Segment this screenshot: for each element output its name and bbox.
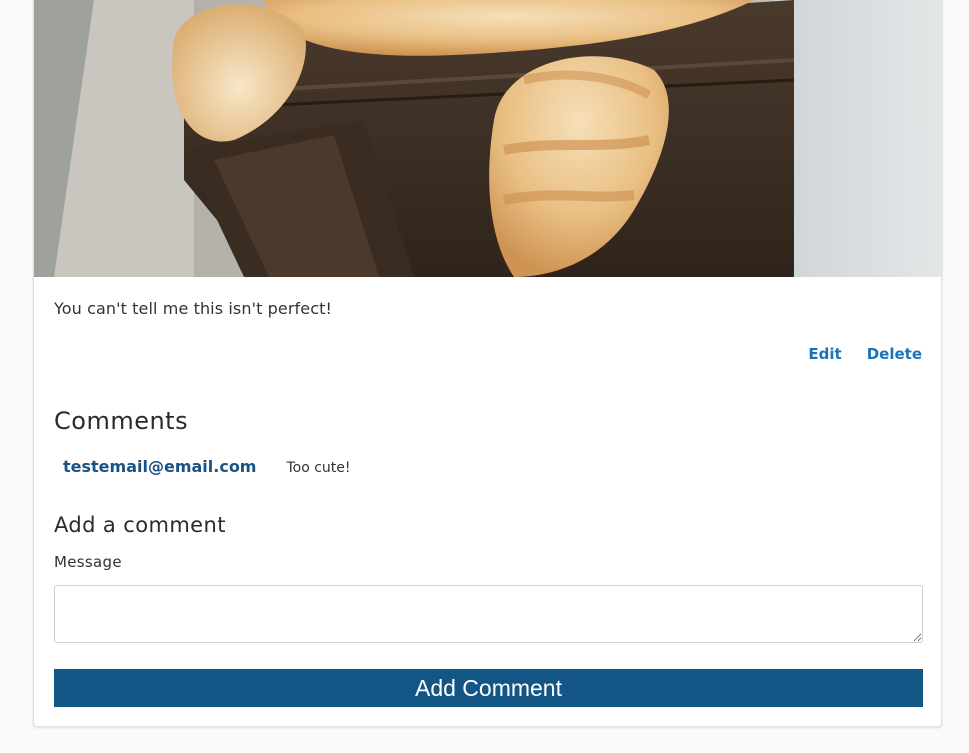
add-comment-button[interactable]: Add Comment [54,669,923,707]
comments-heading: Comments [54,407,189,435]
post-card: You can't tell me this isn't perfect! Ed… [33,0,943,727]
post-caption: You can't tell me this isn't perfect! [54,299,332,318]
edit-link[interactable]: Edit [808,345,841,363]
message-field[interactable] [54,585,923,643]
comment-author: testemail@email.com [63,457,257,476]
comment-item: testemail@email.com Too cute! [63,457,351,476]
add-comment-heading: Add a comment [54,513,226,537]
post-actions: Edit Delete [808,345,922,363]
message-label: Message [54,553,122,571]
cat-photo-illustration [34,0,943,277]
post-photo [34,0,943,277]
comment-text: Too cute! [286,460,351,476]
delete-link[interactable]: Delete [867,345,922,363]
